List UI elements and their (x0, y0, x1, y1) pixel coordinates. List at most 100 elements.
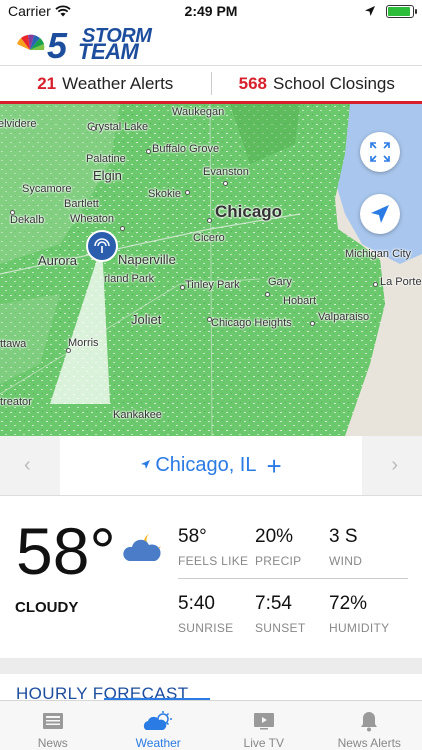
city-marker (91, 126, 96, 131)
map-label-waukegan: Waukegan (172, 106, 225, 118)
map-label-morris: Morris (68, 337, 99, 349)
hourly-forecast-section[interactable]: HOURLY FORECAST (0, 674, 422, 700)
city-marker (120, 226, 125, 231)
feels-like-label: FEELS LIKE (178, 554, 249, 568)
school-closings-label: School Closings (272, 73, 395, 93)
map-label-palatine: Palatine (86, 153, 126, 165)
city-marker (10, 210, 15, 215)
current-conditions: 58° CLOUDY 58° FEELS LIKE 20% PRECIP 3 S… (0, 496, 422, 658)
weather-icon (143, 709, 173, 732)
map-label-belvidere: elvidere (0, 118, 37, 130)
sunset-label: SUNSET (255, 621, 306, 635)
location-selector: ‹ Chicago, IL + › (0, 436, 422, 496)
map-label-joliet: Joliet (131, 312, 162, 327)
map-label-evanston: Evanston (203, 166, 249, 178)
school-closings-count: 568 (238, 73, 267, 93)
previous-location-chevron-icon[interactable]: ‹ (24, 454, 31, 477)
map-label-ottawa: ttawa (0, 338, 27, 350)
feels-like-stat: 58° FEELS LIKE (178, 526, 248, 568)
wind-stat: 3 S WIND (329, 526, 362, 568)
city-marker (207, 317, 212, 322)
weather-alerts-button[interactable]: 21 Weather Alerts (0, 66, 211, 101)
tab-news-label: News (37, 736, 68, 750)
city-marker (207, 218, 212, 223)
wind-label: WIND (329, 554, 363, 568)
weather-alerts-count: 21 (37, 73, 57, 93)
tab-bar: News Weather Live TV News Alerts (0, 700, 422, 750)
stats-divider (178, 578, 408, 579)
map-label-elgin: Elgin (93, 168, 122, 183)
city-marker (185, 190, 190, 195)
tab-live-tv[interactable]: Live TV (211, 701, 317, 750)
add-location-icon[interactable]: + (266, 453, 281, 479)
live-tv-icon (253, 709, 275, 732)
location-name: Chicago, IL (155, 454, 257, 476)
nbc5-storm-team-logo: 5 STORM TEAM (14, 26, 164, 64)
map-label-chicago-heights: Chicago Heights (211, 317, 292, 329)
clock: 2:49 PM (184, 3, 238, 19)
city-marker (223, 181, 228, 186)
radar-map[interactable]: elvidere Crystal Lake Waukegan Buffalo G… (0, 104, 422, 436)
city-marker (146, 149, 151, 154)
sunrise-label: SUNRISE (178, 621, 234, 635)
partly-cloudy-night-icon (123, 528, 167, 569)
city-marker (180, 285, 185, 290)
city-marker (66, 348, 71, 353)
map-label-sycamore: Sycamore (22, 183, 72, 195)
next-location-chevron-icon[interactable]: › (391, 454, 398, 477)
map-label-tinley-park: Tinley Park (185, 279, 240, 291)
precip-label: PRECIP (255, 554, 302, 568)
humidity-stat: 72% HUMIDITY (329, 593, 389, 635)
location-services-icon (364, 4, 376, 20)
my-location-button[interactable] (360, 194, 400, 234)
tab-weather[interactable]: Weather (106, 701, 212, 750)
map-label-la-porte: La Porte (380, 276, 422, 288)
city-marker (310, 321, 315, 326)
precip-value: 20% (255, 526, 294, 547)
tab-news-alerts-label: News Alerts (337, 736, 401, 750)
map-label-hobart: Hobart (283, 295, 317, 307)
wind-value: 3 S (329, 526, 358, 547)
brand-line-2: TEAM (78, 39, 139, 64)
weather-alerts-label: Weather Alerts (62, 73, 174, 93)
map-label-crystal-lake: Crystal Lake (87, 121, 149, 133)
alerts-bar: 21 Weather Alerts 568 School Closings (0, 66, 422, 104)
map-label-skokie: Skokie (148, 188, 182, 200)
school-closings-button[interactable]: 568 School Closings (212, 66, 422, 101)
map-label-naperville: Naperville (118, 252, 176, 267)
map-label-orland-park: rland Park (104, 273, 155, 285)
fullscreen-button[interactable] (360, 132, 400, 172)
tab-news[interactable]: News (0, 701, 106, 750)
map-label-kankakee: Kankakee (113, 409, 162, 421)
city-marker (265, 292, 270, 297)
location-arrow-icon (140, 458, 151, 473)
feels-like-value: 58° (178, 526, 207, 547)
tab-news-alerts[interactable]: News Alerts (317, 701, 422, 750)
current-location-button[interactable]: Chicago, IL + (60, 436, 362, 495)
map-label-wheaton: Wheaton (70, 213, 115, 225)
sunrise-value: 5:40 (178, 593, 215, 614)
map-label-michigan-city: Michigan City (345, 248, 412, 260)
radar-antenna-icon (94, 238, 110, 253)
map-label-buffalo-grove: Buffalo Grove (152, 143, 220, 155)
sunset-value: 7:54 (255, 593, 292, 614)
location-arrow-icon (371, 205, 389, 223)
tab-weather-label: Weather (135, 736, 181, 750)
current-temperature: 58° (16, 514, 116, 588)
humidity-value: 72% (329, 593, 368, 614)
channel-number: 5 (47, 28, 68, 62)
map-label-streator: treator (0, 396, 32, 408)
status-bar: Carrier 2:49 PM (0, 0, 422, 22)
sunrise-stat: 5:40 SUNRISE (178, 593, 233, 635)
radar-station-marker[interactable] (86, 230, 118, 262)
map-label-cicero: Cicero (193, 232, 225, 244)
map-label-chicago: Chicago (215, 202, 283, 221)
sunset-stat: 7:54 SUNSET (255, 593, 305, 635)
map-label-bartlett: Bartlett (64, 198, 99, 210)
map-label-gary: Gary (268, 276, 292, 288)
bell-icon (359, 709, 379, 732)
humidity-label: HUMIDITY (329, 621, 390, 635)
tab-live-tv-label: Live TV (243, 736, 284, 750)
expand-icon (370, 142, 390, 162)
city-marker (373, 282, 378, 287)
